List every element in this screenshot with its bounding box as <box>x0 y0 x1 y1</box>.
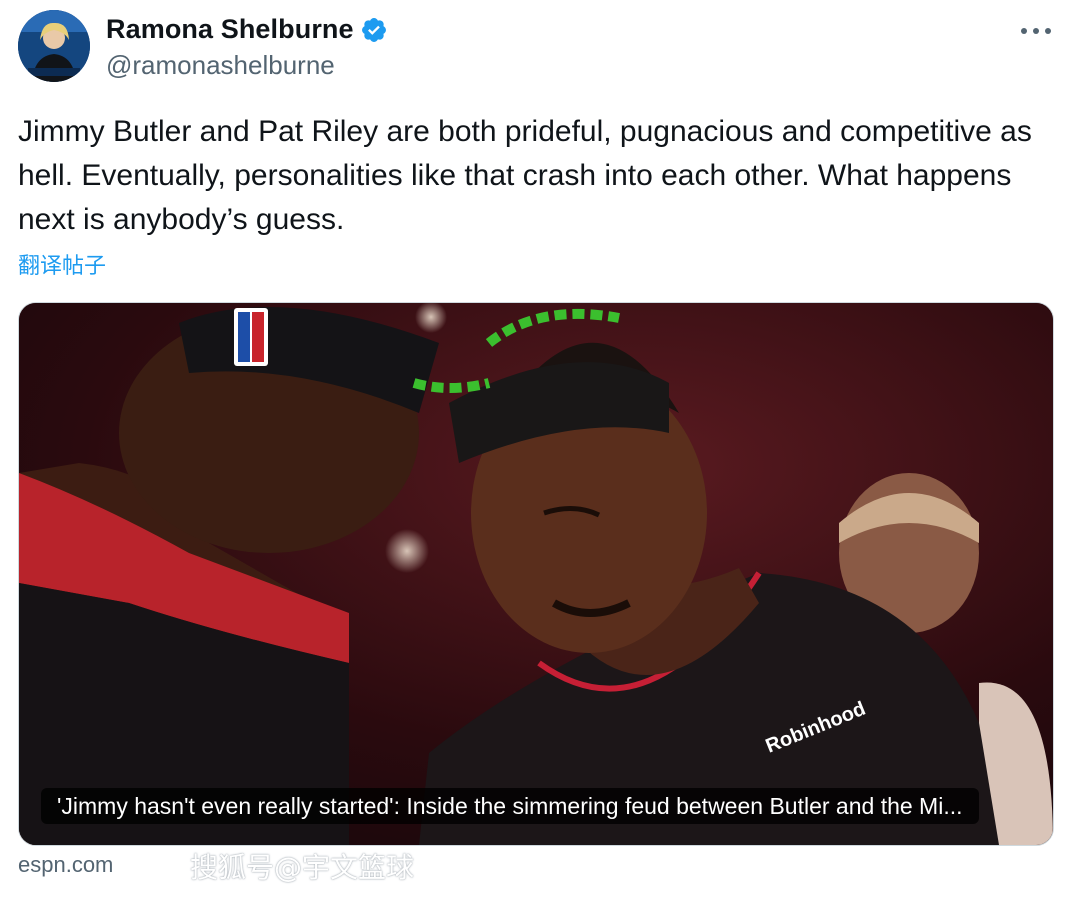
link-card-source[interactable]: espn.com <box>18 852 113 878</box>
verified-badge-icon <box>361 17 386 42</box>
translate-post-link[interactable]: 翻译帖子 <box>18 248 106 280</box>
watermark-text: 搜狐号@宇文篮球 <box>190 851 415 884</box>
tweet-text: Jimmy Butler and Pat Riley are both prid… <box>18 115 1032 236</box>
author-name-row: Ramona Shelburne <box>106 14 388 45</box>
author-handle[interactable]: @ramonashelburne <box>106 50 335 81</box>
tweet-header: Ramona Shelburne @ramonashelburne <box>18 10 1062 90</box>
avatar-photo-icon <box>18 10 90 82</box>
link-card-caption[interactable]: 'Jimmy hasn't even really started': Insi… <box>41 788 979 824</box>
article-photo: Robinhood <box>19 303 1053 845</box>
author-avatar[interactable] <box>18 10 90 82</box>
author-name[interactable]: Ramona Shelburne <box>106 14 354 45</box>
link-card-media[interactable]: Robinhood 'Jimmy hasn't even really star… <box>18 302 1054 846</box>
more-horizontal-icon[interactable] <box>1016 16 1056 46</box>
